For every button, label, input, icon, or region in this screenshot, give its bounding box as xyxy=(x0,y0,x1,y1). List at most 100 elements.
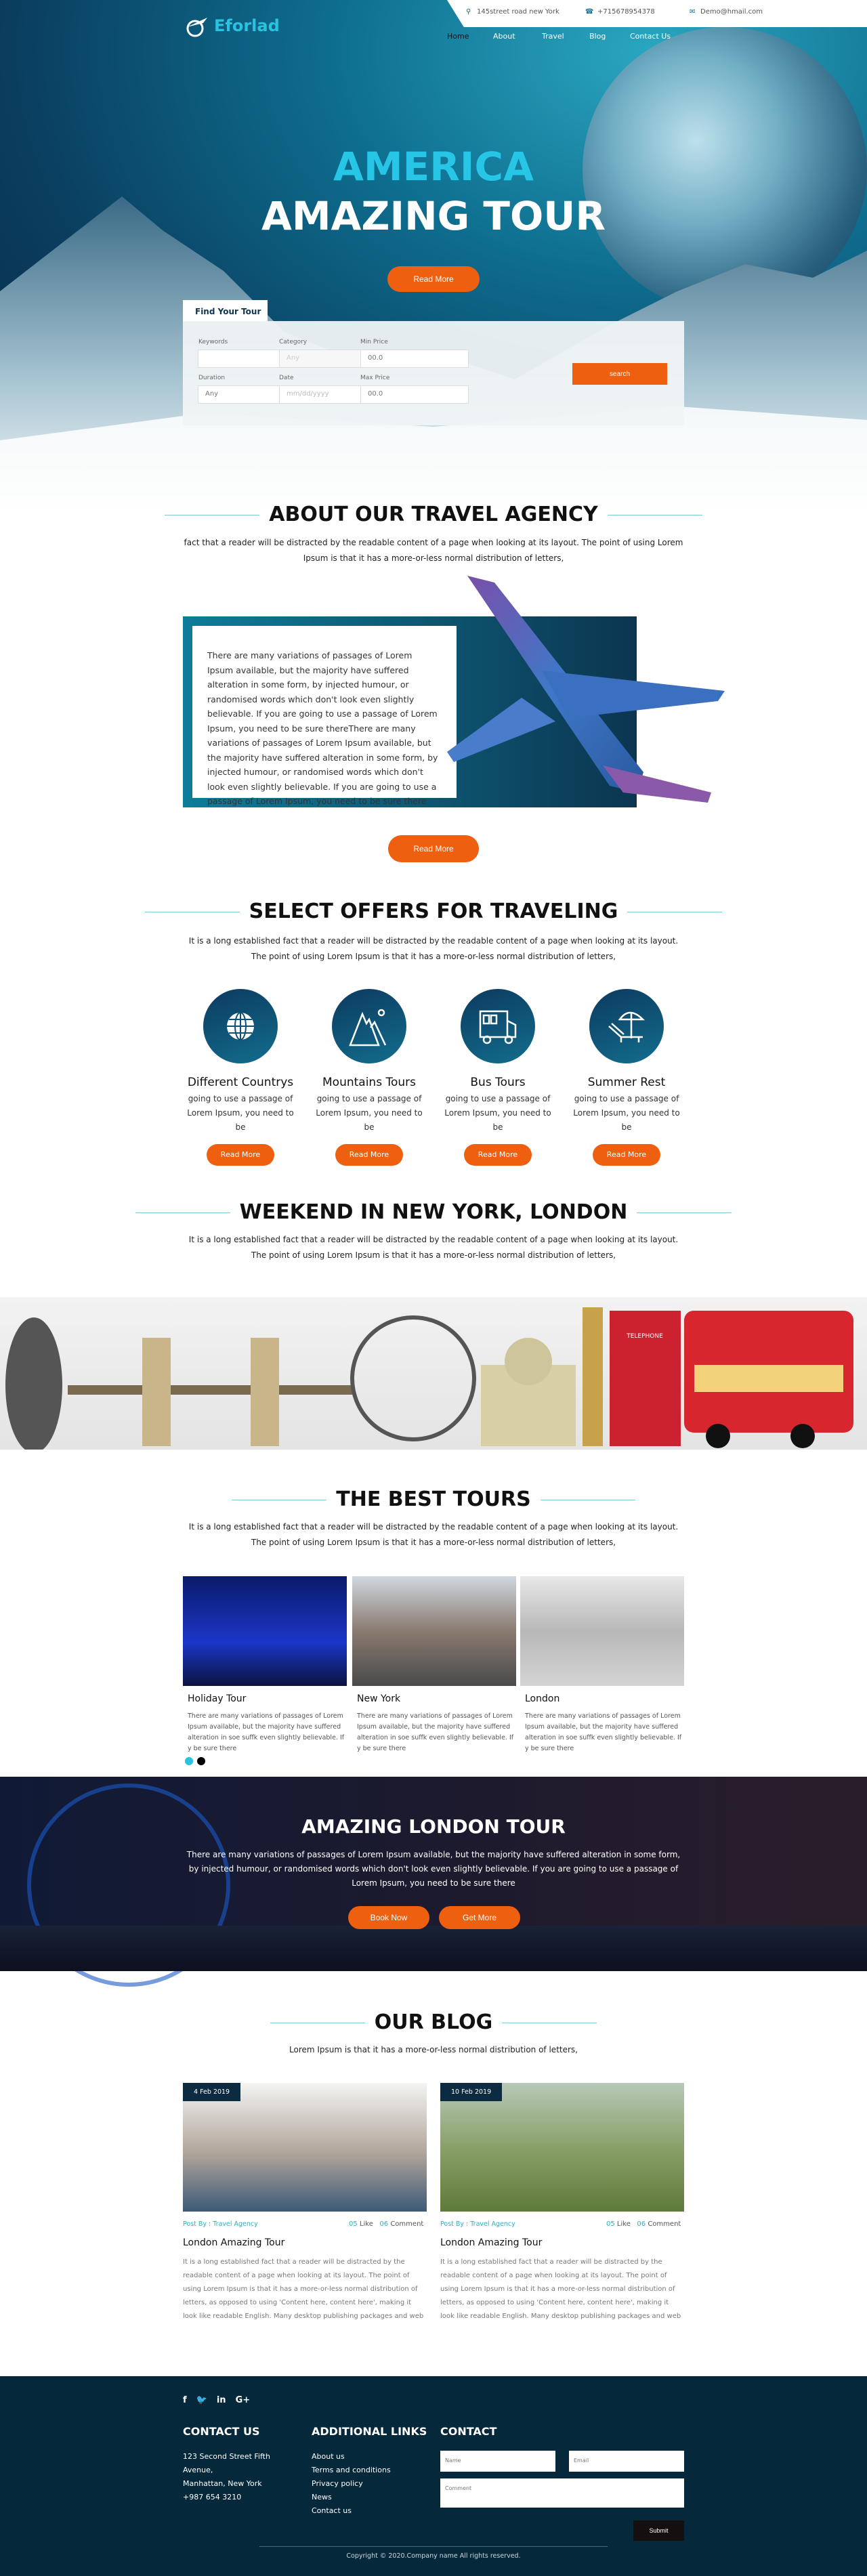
post-title[interactable]: London Amazing Tour xyxy=(183,2237,284,2248)
address-text: 145street road new York xyxy=(477,8,559,16)
tour-text: There are many variations of passages of… xyxy=(357,1712,514,1752)
offer-read-more-button[interactable]: Read More xyxy=(207,1144,274,1166)
duration-label: Duration xyxy=(198,375,226,381)
contact-form-heading: CONTACT xyxy=(440,2425,497,2438)
email-text[interactable]: Demo@hmail.com xyxy=(700,8,763,16)
category-value: Any xyxy=(287,354,300,362)
tour-title[interactable]: London xyxy=(525,1693,559,1704)
max-price-input[interactable]: 00.0 xyxy=(360,385,469,404)
tour-title[interactable]: New York xyxy=(357,1693,400,1704)
carousel-dot[interactable] xyxy=(197,1757,205,1765)
globe-icon xyxy=(227,1012,254,1040)
tours-title: THE BEST TOURS xyxy=(0,1487,867,1511)
blog-title: OUR BLOG xyxy=(0,2010,867,2034)
phone-box xyxy=(610,1311,681,1446)
twitter-icon[interactable]: 🐦 xyxy=(196,2395,207,2405)
tower-bridge xyxy=(68,1385,352,1395)
date-label: Date xyxy=(279,375,294,381)
google-plus-icon[interactable]: G+ xyxy=(236,2395,251,2405)
submit-button[interactable]: Submit xyxy=(633,2520,684,2541)
mountain-icon xyxy=(349,1009,387,1047)
bus-icon xyxy=(479,1010,517,1044)
offer-title: Bus Tours xyxy=(470,1076,526,1089)
nav-about[interactable]: About xyxy=(493,32,515,41)
phone-text: +715678954378 xyxy=(597,8,655,16)
min-price-label: Min Price xyxy=(360,339,388,345)
holiday-tour-image[interactable] xyxy=(183,1576,347,1686)
nav-travel[interactable]: Travel xyxy=(542,32,564,41)
category-label: Category xyxy=(279,339,308,345)
gherkin-building xyxy=(5,1317,62,1453)
comment-textarea[interactable]: Comment xyxy=(440,2478,684,2508)
name-input[interactable]: Name xyxy=(440,2451,555,2472)
hero-title-line2: AMAZING TOUR xyxy=(261,193,606,239)
offer-read-more-button[interactable]: Read More xyxy=(593,1144,660,1166)
footer-link[interactable]: About us xyxy=(312,2450,391,2464)
offer-text: going to use a passage of Lorem Ipsum, y… xyxy=(187,1094,294,1132)
search-button[interactable]: search xyxy=(572,363,667,385)
london-landmarks-illustration: TELEPHONE xyxy=(0,1297,867,1453)
about-title: ABOUT OUR TRAVEL AGENCY xyxy=(0,503,867,526)
offer-card: Mountains Tours going to use a passage o… xyxy=(312,989,427,1166)
carousel-dot-active[interactable] xyxy=(185,1757,193,1765)
book-now-button[interactable]: Book Now xyxy=(348,1906,429,1929)
search-panel: Keywords Category Any⌄ Min Price 00.0 Du… xyxy=(183,321,684,425)
hero-title-line1: AMERICA xyxy=(333,144,534,190)
footer-link[interactable]: Privacy policy xyxy=(312,2477,391,2491)
tours-intro: It is a long established fact that a rea… xyxy=(188,1522,679,1547)
blog-image[interactable] xyxy=(183,2083,427,2212)
post-stats: 05 Like 06 Comment xyxy=(606,2220,681,2228)
london-eye xyxy=(350,1315,476,1441)
linkedin-icon[interactable]: in xyxy=(217,2395,226,2405)
social-links: f 🐦 in G+ xyxy=(183,2395,250,2405)
about-read-more-button[interactable]: Read More xyxy=(388,835,479,862)
email-input[interactable]: Email xyxy=(569,2451,684,2472)
offers-title: SELECT OFFERS FOR TRAVELING xyxy=(0,900,867,923)
offer-read-more-button[interactable]: Read More xyxy=(464,1144,532,1166)
tour-title[interactable]: Holiday Tour xyxy=(188,1693,246,1704)
offer-title: Different Countrys xyxy=(187,1076,294,1089)
contact-address: 123 Second Street Fifth Avenue, Manhattan,… xyxy=(183,2452,270,2501)
get-more-button[interactable]: Get More xyxy=(439,1906,520,1929)
offer-card: Bus Tours going to use a passage of Lore… xyxy=(440,989,555,1166)
new-york-image[interactable] xyxy=(352,1576,516,1686)
contact-us-heading: CONTACT US xyxy=(183,2425,260,2438)
logo[interactable]: Eforlad xyxy=(183,12,280,39)
footer-link[interactable]: Contact us xyxy=(312,2504,391,2518)
offer-text: going to use a passage of Lorem Ipsum, y… xyxy=(573,1094,680,1132)
hero-read-more-button[interactable]: Read More xyxy=(387,266,480,292)
mail-icon: ✉ xyxy=(690,8,696,16)
facebook-icon[interactable]: f xyxy=(183,2395,187,2405)
offer-title: Summer Rest xyxy=(587,1076,666,1089)
london-title: AMAZING LONDON TOUR xyxy=(301,1815,566,1838)
tour-text: There are many variations of passages of… xyxy=(188,1712,345,1752)
copyright: Copyright © 2020.Company name All rights… xyxy=(346,2552,521,2560)
blog-image[interactable] xyxy=(440,2083,684,2212)
plane-globe-icon xyxy=(186,18,207,37)
post-author[interactable]: Post By : Travel Agency xyxy=(183,2220,258,2228)
offer-card: Different Countrys going to use a passag… xyxy=(183,989,298,1166)
footer-link[interactable]: Terms and conditions xyxy=(312,2464,391,2477)
offer-read-more-button[interactable]: Read More xyxy=(335,1144,403,1166)
date-badge: 10 Feb 2019 xyxy=(440,2083,503,2101)
min-price-input[interactable]: 00.0 xyxy=(360,350,469,368)
footer-divider xyxy=(259,2546,608,2547)
post-title[interactable]: London Amazing Tour xyxy=(440,2237,542,2248)
post-author[interactable]: Post By : Travel Agency xyxy=(440,2220,515,2228)
nav-contact[interactable]: Contact Us xyxy=(630,32,671,41)
post-text: It is a long established fact that a rea… xyxy=(183,2258,424,2320)
footer-link[interactable]: News xyxy=(312,2491,391,2504)
additional-links: About us Terms and conditions Privacy poli… xyxy=(312,2450,391,2518)
nav-blog[interactable]: Blog xyxy=(589,32,606,41)
tour-text: There are many variations of passages of… xyxy=(525,1712,682,1752)
london-text: There are many variations of passages of… xyxy=(186,1850,681,1888)
london-image[interactable] xyxy=(520,1576,684,1686)
find-tour-tab[interactable]: Find Your Tour xyxy=(183,300,268,322)
post-text: It is a long established fact that a rea… xyxy=(440,2258,681,2320)
nav-home[interactable]: Home xyxy=(447,32,469,41)
location-pin-icon: ⚲ xyxy=(466,8,471,16)
top-contact-bar: ⚲ 145street road new York ☎ +71567895437… xyxy=(447,0,867,27)
big-ben xyxy=(583,1307,603,1446)
brand-name: Eforlad xyxy=(214,16,280,35)
blog-intro: Lorem Ipsum is that it has a more-or-les… xyxy=(289,2045,578,2054)
